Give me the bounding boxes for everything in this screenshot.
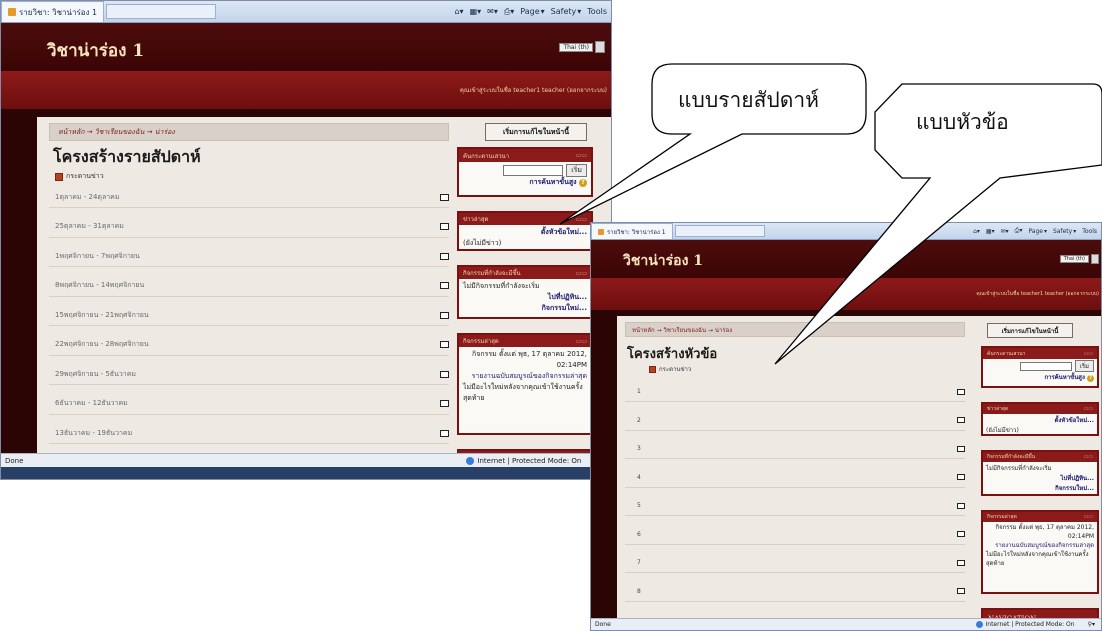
- weekly-callout-label: แบบรายสัปดาห์: [678, 88, 819, 112]
- topics-callout-label: แบบหัวข้อ: [916, 110, 1009, 134]
- callout-layer: [559, 63, 1102, 365]
